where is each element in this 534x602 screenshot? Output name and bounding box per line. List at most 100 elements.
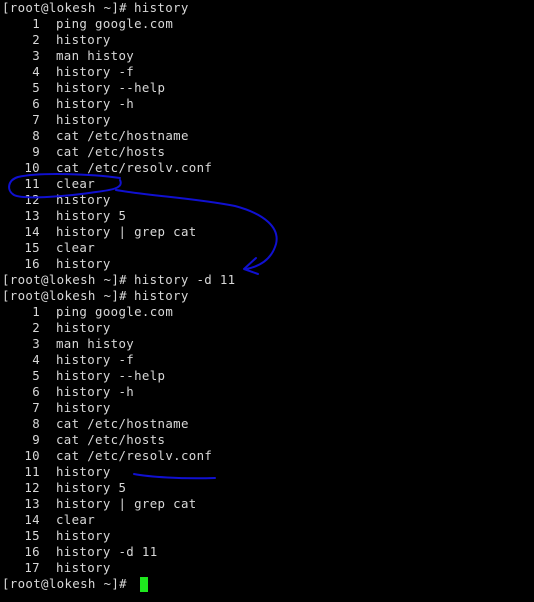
history-entry-command: ping google.com — [56, 304, 174, 319]
history-entry-number: 7 — [32, 400, 40, 415]
history-entry-number: 1 — [32, 304, 40, 319]
history-entry-number: 10 — [24, 448, 40, 463]
history-entry-number: 3 — [32, 48, 40, 63]
history-entry-command: history -f — [56, 64, 135, 79]
history-entry: 9 cat /etc/hosts — [2, 144, 532, 160]
history-entry-command: history — [56, 400, 111, 415]
history-entry: 3 man histoy — [2, 336, 532, 352]
history-entry-command: history — [56, 32, 111, 47]
history-entry: 11 clear — [2, 176, 532, 192]
prompt-line: [root@lokesh ~]# history — [2, 288, 532, 304]
history-entry-number: 5 — [32, 80, 40, 95]
history-entry-command: history — [56, 256, 111, 271]
history-entry: 16 history — [2, 256, 532, 272]
history-entry: 2 history — [2, 32, 532, 48]
history-entry-command: cat /etc/resolv.conf — [56, 160, 213, 175]
history-entry-number: 16 — [24, 256, 40, 271]
history-entry-command: history — [56, 560, 111, 575]
history-entry-number: 5 — [32, 368, 40, 383]
prompt-text: [root@lokesh ~]# — [2, 0, 127, 15]
history-entry-command: clear — [56, 512, 96, 527]
history-entry: 10 cat /etc/resolv.conf — [2, 448, 532, 464]
history-entry-command: cat /etc/hostname — [56, 128, 189, 143]
history-entry: 3 man histoy — [2, 48, 532, 64]
history-entry-number: 13 — [24, 496, 40, 511]
history-entry-number: 4 — [32, 352, 40, 367]
history-entry-command: history --help — [56, 80, 166, 95]
history-entry-command: cat /etc/hosts — [56, 144, 166, 159]
history-entry: 4 history -f — [2, 352, 532, 368]
prompt-text: [root@lokesh ~]# — [2, 576, 127, 591]
history-entry-command: history | grep cat — [56, 496, 197, 511]
history-entry-command: history — [56, 192, 111, 207]
terminal-window[interactable]: [root@lokesh ~]# history 1 ping google.com 2… — [0, 0, 534, 602]
history-entry: 2 history — [2, 320, 532, 336]
history-entry: 13 history 5 — [2, 208, 532, 224]
history-entry-number: 12 — [24, 480, 40, 495]
history-entry-command: ping google.com — [56, 16, 174, 31]
history-entry: 7 history — [2, 112, 532, 128]
history-entry: 12 history 5 — [2, 480, 532, 496]
history-entry: 15 history — [2, 528, 532, 544]
history-entry-number: 16 — [24, 544, 40, 559]
history-entry-number: 1 — [32, 16, 40, 31]
history-entry-number: 6 — [32, 96, 40, 111]
history-entry-number: 9 — [32, 144, 40, 159]
history-entry-command: clear — [56, 240, 96, 255]
history-entry: 1 ping google.com — [2, 304, 532, 320]
history-entry-number: 8 — [32, 128, 40, 143]
command-text: history — [133, 288, 189, 303]
history-entry-number: 15 — [24, 240, 40, 255]
history-entry-command: cat /etc/hosts — [56, 432, 166, 447]
history-entry-number: 7 — [32, 112, 40, 127]
history-entry-command: history — [56, 112, 111, 127]
history-entry-command: history 5 — [56, 208, 127, 223]
history-entry-number: 12 — [24, 192, 40, 207]
history-entry: 12 history — [2, 192, 532, 208]
history-entry: 15 clear — [2, 240, 532, 256]
history-entry-command: history -f — [56, 352, 135, 367]
history-entry-command: history — [56, 320, 111, 335]
history-entry-command: history — [56, 464, 111, 479]
history-entry-number: 11 — [24, 464, 40, 479]
history-entry-command: man histoy — [56, 48, 135, 63]
history-entry-number: 2 — [32, 32, 40, 47]
history-entry-number: 14 — [24, 224, 40, 239]
history-entry-command: history --help — [56, 368, 166, 383]
history-entry-command: clear — [56, 176, 96, 191]
prompt-line: [root@lokesh ~]# — [2, 576, 532, 592]
history-entry-number: 8 — [32, 416, 40, 431]
history-entry: 6 history -h — [2, 96, 532, 112]
history-entry-number: 9 — [32, 432, 40, 447]
history-entry: 4 history -f — [2, 64, 532, 80]
prompt-line: [root@lokesh ~]# history -d 11 — [2, 272, 532, 288]
history-entry-number: 14 — [24, 512, 40, 527]
history-entry: 6 history -h — [2, 384, 532, 400]
history-entry-command: history -h — [56, 384, 135, 399]
history-entry-command: history 5 — [56, 480, 127, 495]
command-text: history — [133, 0, 189, 15]
history-entry: 1 ping google.com — [2, 16, 532, 32]
history-entry: 16 history -d 11 — [2, 544, 532, 560]
command-text: history -d 11 — [133, 272, 236, 287]
history-entry-number: 11 — [24, 176, 40, 191]
history-entry-number: 4 — [32, 64, 40, 79]
history-entry: 5 history --help — [2, 80, 532, 96]
prompt-line: [root@lokesh ~]# history — [2, 0, 532, 16]
prompt-text: [root@lokesh ~]# — [2, 272, 127, 287]
history-entry: 9 cat /etc/hosts — [2, 432, 532, 448]
history-entry: 14 history | grep cat — [2, 224, 532, 240]
history-entry-number: 3 — [32, 336, 40, 351]
history-entry: 8 cat /etc/hostname — [2, 416, 532, 432]
history-entry: 13 history | grep cat — [2, 496, 532, 512]
history-entry-command: cat /etc/resolv.conf — [56, 448, 213, 463]
history-entry-command: history -d 11 — [56, 544, 158, 559]
terminal-cursor[interactable] — [139, 576, 148, 592]
history-entry-command: cat /etc/hostname — [56, 416, 189, 431]
history-entry-number: 13 — [24, 208, 40, 223]
history-entry-command: history -h — [56, 96, 135, 111]
history-entry-number: 15 — [24, 528, 40, 543]
history-entry-command: history — [56, 528, 111, 543]
history-entry: 7 history — [2, 400, 532, 416]
history-entry-number: 10 — [24, 160, 40, 175]
